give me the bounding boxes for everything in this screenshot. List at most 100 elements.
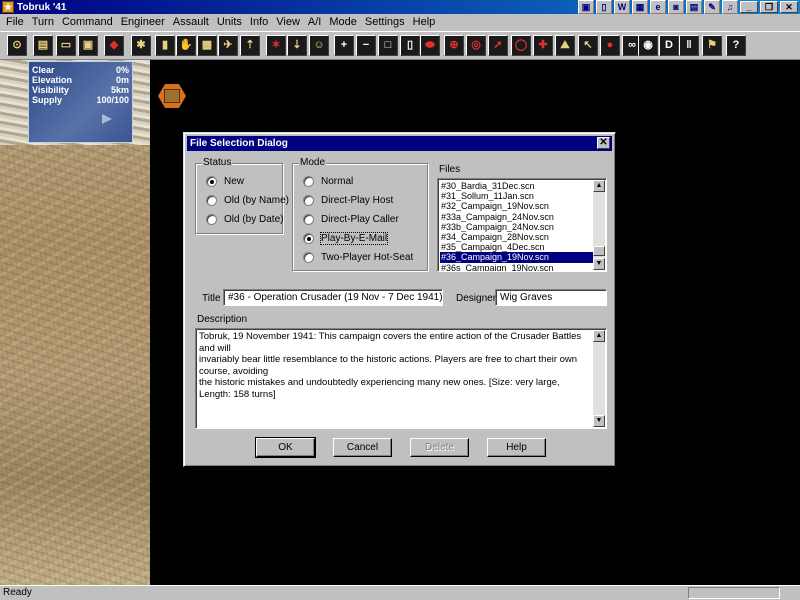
radio-button[interactable]	[303, 175, 314, 187]
menu-ai[interactable]: A/I	[304, 15, 325, 30]
tray-app-icon-1[interactable]: ▣	[578, 0, 594, 14]
radio-button[interactable]	[303, 213, 314, 225]
menu-units[interactable]: Units	[213, 15, 246, 30]
restore-button[interactable]: ❐	[760, 1, 778, 13]
file-list-item[interactable]: #30_Bardia_31Dec.scn	[440, 181, 593, 191]
files-scrollbar[interactable]: ▲ ▼	[593, 180, 605, 270]
crosshair-icon[interactable]: ⊕	[444, 35, 464, 56]
menu-help[interactable]: Help	[409, 15, 440, 30]
description-scrollbar[interactable]: ▲ ▼	[593, 330, 605, 427]
radio-button[interactable]	[206, 194, 217, 206]
eye-icon[interactable]: ◉	[638, 35, 658, 56]
help-icon[interactable]: ?	[726, 35, 746, 56]
menu-settings[interactable]: Settings	[361, 15, 409, 30]
scroll-down-icon[interactable]: ▼	[593, 415, 605, 427]
status-option-new[interactable]: New	[206, 174, 244, 188]
terrain-icon[interactable]: ⛰	[555, 35, 575, 56]
fire-icon[interactable]: ◆	[104, 35, 124, 56]
radio-button[interactable]	[206, 213, 217, 225]
file-list-item[interactable]: #33b_Campaign_24Nov.scn	[440, 222, 593, 232]
mode-option-label: Direct-Play Host	[321, 194, 394, 206]
menu-engineer[interactable]: Engineer	[117, 15, 169, 30]
aircraft-icon[interactable]: ✈	[218, 35, 238, 56]
file-list-item[interactable]: #36s_Campaign_19Nov.scn	[440, 263, 593, 272]
badge-icon[interactable]: ●	[600, 35, 620, 56]
status-option-old-by-name[interactable]: Old (by Name)	[206, 193, 289, 207]
ring-icon[interactable]: ◯	[511, 35, 531, 56]
file-list-item[interactable]: #33a_Campaign_24Nov.scn	[440, 212, 593, 222]
minimize-button[interactable]: _	[740, 1, 758, 13]
files-listbox[interactable]: #30_Bardia_31Dec.scn #31_Sollum_11Jan.scn…	[437, 178, 607, 272]
menu-mode[interactable]: Mode	[325, 15, 361, 30]
cancel-button[interactable]: Cancel	[333, 438, 392, 457]
status-option-old-by-date[interactable]: Old (by Date)	[206, 212, 283, 226]
dialog-close-button[interactable]: ✕	[597, 137, 610, 149]
flag-icon[interactable]: ⚑	[702, 35, 722, 56]
mode-option-normal[interactable]: Normal	[303, 174, 353, 188]
scroll-down-icon[interactable]: ▼	[593, 258, 605, 270]
radio-button[interactable]	[303, 194, 314, 206]
explosion-icon[interactable]: ✶	[266, 35, 286, 56]
description-textarea[interactable]: Tobruk, 19 November 1941: This campaign …	[195, 328, 607, 429]
square-icon[interactable]: □	[378, 35, 398, 56]
tray-file-icon[interactable]: ▤	[686, 0, 702, 14]
tray-media-icon[interactable]: ♫	[722, 0, 738, 14]
leader-icon[interactable]: ☺	[309, 35, 329, 56]
supply-icon[interactable]: ▩	[197, 35, 217, 56]
tray-image-icon[interactable]: ▦	[632, 0, 648, 14]
mode-option-direct-play-caller[interactable]: Direct-Play Caller	[303, 212, 399, 226]
pointer-icon[interactable]: ↖	[578, 35, 598, 56]
save-file-icon[interactable]: ▣	[78, 35, 98, 56]
arrow-up-icon[interactable]: ⇡	[240, 35, 260, 56]
tray-tools-icon[interactable]: ✎	[704, 0, 720, 14]
tray-word-icon[interactable]: W	[614, 0, 630, 14]
tray-browser-icon[interactable]: e	[650, 0, 666, 14]
close-window-button[interactable]: ✕	[780, 1, 798, 13]
menu-info[interactable]: Info	[246, 15, 272, 30]
menu-command[interactable]: Command	[58, 15, 117, 30]
unit-counter-icon[interactable]	[164, 89, 180, 103]
file-list-item[interactable]: #32_Campaign_19Nov.scn	[440, 201, 593, 211]
menu-view[interactable]: View	[272, 15, 304, 30]
file-list-item[interactable]: #35_Campaign_4Dec.scn	[440, 242, 593, 252]
zoom-in-icon[interactable]: +	[334, 35, 354, 56]
radio-button[interactable]	[206, 175, 217, 187]
new-file-icon[interactable]: ▤	[33, 35, 53, 56]
radio-button[interactable]	[303, 232, 314, 244]
tray-explorer-icon[interactable]: ◙	[668, 0, 684, 14]
mode-option-two-player-hot-seat[interactable]: Two-Player Hot-Seat	[303, 250, 413, 264]
red-cross-icon[interactable]: ✚	[533, 35, 553, 56]
designer-field[interactable]: Wig Graves	[495, 289, 607, 306]
app-star-icon[interactable]: ★	[2, 1, 14, 13]
mode-option-direct-play-host[interactable]: Direct-Play Host	[303, 193, 393, 207]
center-icon[interactable]: ⊙	[7, 35, 27, 56]
oval-icon[interactable]: ⬬	[420, 35, 440, 56]
unit-icon[interactable]: ▮	[155, 35, 175, 56]
radio-button[interactable]	[303, 251, 314, 263]
file-list-item[interactable]: #31_Sollum_11Jan.scn	[440, 191, 593, 201]
pillar-icon[interactable]: ‖	[679, 35, 699, 56]
menu-assault[interactable]: Assault	[169, 15, 213, 30]
target-icon[interactable]: ◎	[466, 35, 486, 56]
scroll-up-icon[interactable]: ▲	[593, 180, 605, 192]
scroll-up-icon[interactable]: ▲	[593, 330, 605, 342]
arrow-down-icon[interactable]: ⇣	[287, 35, 307, 56]
delete-button[interactable]: Delete	[410, 438, 469, 457]
open-file-icon[interactable]: ▭	[56, 35, 76, 56]
title-field[interactable]: #36 - Operation Crusader (19 Nov - 7 Dec…	[223, 289, 443, 306]
file-list-item[interactable]: #34_Campaign_28Nov.scn	[440, 232, 593, 242]
menu-file[interactable]: File	[2, 15, 28, 30]
tray-app-icon-2[interactable]: ▯	[596, 0, 612, 14]
file-list-item[interactable]: #36_Campaign_19Nov.scn	[440, 252, 593, 263]
zoom-out-icon[interactable]: −	[356, 35, 376, 56]
scroll-thumb[interactable]	[593, 246, 605, 256]
red-arrow-icon[interactable]: ➚	[488, 35, 508, 56]
mode-option-play-by-email[interactable]: Play-By-E-Mail	[303, 231, 389, 245]
card-icon[interactable]: ▯	[400, 35, 420, 56]
assault-icon[interactable]: ✱	[131, 35, 151, 56]
help-button[interactable]: Help	[487, 438, 546, 457]
d-icon[interactable]: D	[659, 35, 679, 56]
ok-button[interactable]: OK	[255, 437, 316, 458]
hand-icon[interactable]: ✋	[176, 35, 196, 56]
menu-turn[interactable]: Turn	[28, 15, 58, 30]
